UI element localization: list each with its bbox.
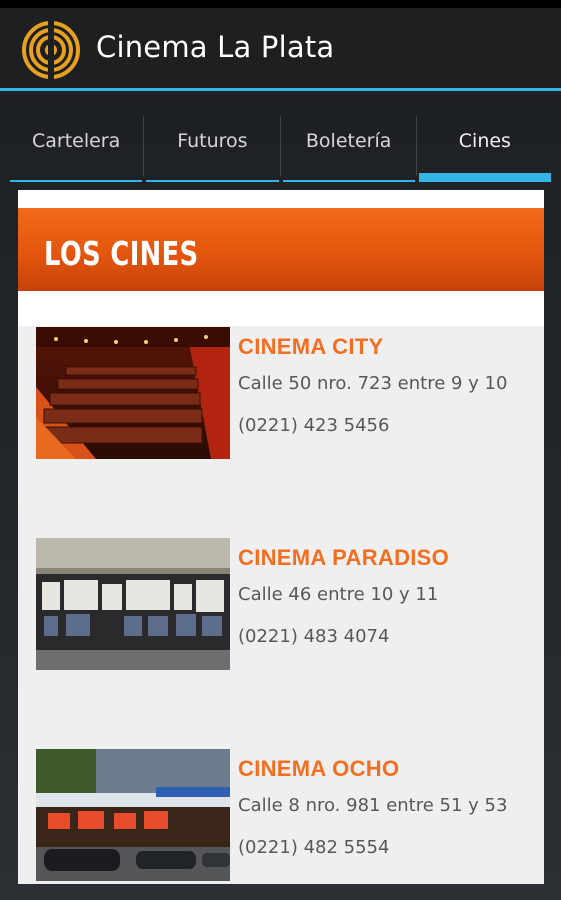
tab-label: Futuros: [177, 130, 248, 152]
tab-label: Cines: [458, 130, 511, 152]
tab-bar: Cartelera Futuros Boletería Cines: [8, 112, 553, 182]
tab-label: Boletería: [305, 130, 392, 152]
cinema-address: Calle 46 entre 10 y 11: [238, 584, 439, 605]
cinema-name: CINEMA OCHO: [238, 756, 400, 781]
cinema-list-item[interactable]: CINEMA PARADISO Calle 46 entre 10 y 11 (…: [18, 538, 544, 670]
cinema-phone[interactable]: (0221) 483 4074: [238, 626, 389, 647]
tab-cartelera[interactable]: Cartelera: [8, 112, 145, 182]
cinema-address: Calle 50 nro. 723 entre 9 y 10: [238, 373, 508, 394]
cines-panel: LOS CINES CINEMA CITY Calle 50 nro. 723 …: [18, 190, 544, 884]
banner-gap: [18, 291, 544, 326]
cinema-name: CINEMA CITY: [238, 334, 384, 359]
tab-label: Cartelera: [31, 130, 121, 152]
status-bar: [0, 0, 561, 8]
cinema-phone[interactable]: (0221) 423 5456: [238, 415, 389, 436]
cinema-list-item[interactable]: CINEMA OCHO Calle 8 nro. 981 entre 51 y …: [18, 749, 544, 881]
cinema-name: CINEMA PARADISO: [238, 545, 450, 570]
tab-indicator: [146, 180, 279, 182]
app-title: Cinema La Plata: [96, 30, 335, 64]
tab-indicator: [282, 180, 415, 182]
section-header-banner: LOS CINES: [18, 208, 544, 291]
cinema-building-street-photo: [36, 749, 230, 881]
action-bar: Cinema La Plata: [0, 8, 561, 90]
tab-indicator-active: [418, 173, 551, 182]
action-bar-divider: [0, 88, 561, 91]
tab-futuros[interactable]: Futuros: [144, 112, 281, 182]
cinema-storefront-photo: [36, 538, 230, 670]
cinema-phone[interactable]: (0221) 482 5554: [238, 837, 389, 858]
tab-indicator: [10, 180, 143, 182]
cinema-address: Calle 8 nro. 981 entre 51 y 53: [238, 795, 508, 816]
cinema-logo-icon[interactable]: [22, 21, 80, 79]
panel-top-strip: [18, 190, 544, 208]
section-title: LOS CINES: [44, 234, 199, 273]
tab-cines[interactable]: Cines: [417, 112, 553, 182]
auditorium-seats-photo: [36, 327, 230, 459]
cinema-list-item[interactable]: CINEMA CITY Calle 50 nro. 723 entre 9 y …: [18, 327, 544, 459]
tab-boleteria[interactable]: Boletería: [281, 112, 417, 182]
